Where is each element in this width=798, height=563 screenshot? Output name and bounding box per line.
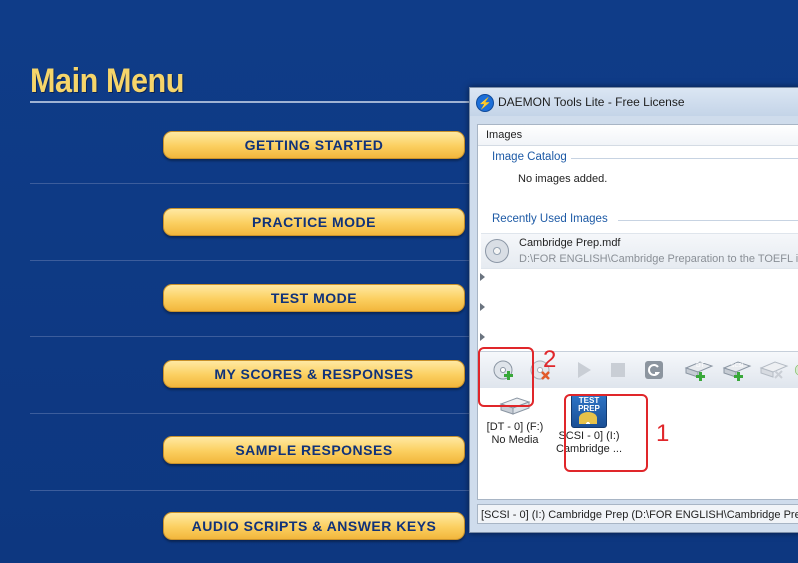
sample-responses-button[interactable]: SAMPLE RESPONSES — [163, 436, 465, 464]
add-scsi-drive-icon[interactable]: SCSI — [721, 358, 753, 382]
unmount-icon[interactable] — [605, 358, 631, 382]
expand-arrow-icon[interactable] — [480, 273, 485, 281]
menu-divider — [30, 260, 470, 261]
menu-divider — [30, 183, 470, 184]
annotation-box-1 — [564, 394, 648, 472]
my-scores-button[interactable]: MY SCORES & RESPONSES — [163, 360, 465, 388]
annotation-number-2: 2 — [543, 346, 557, 373]
image-catalog-label: Image Catalog — [492, 151, 571, 163]
recent-image-path: D:\FOR ENGLISH\Cambridge Preparation to … — [519, 253, 798, 265]
section-rule — [568, 158, 798, 159]
window-titlebar[interactable]: ⚡ DAEMON Tools Lite - Free License — [470, 88, 798, 116]
getting-started-button[interactable]: GETTING STARTED — [163, 131, 465, 159]
test-mode-button[interactable]: TEST MODE — [163, 284, 465, 312]
window-title: DAEMON Tools Lite - Free License — [498, 95, 685, 109]
recently-used-label: Recently Used Images — [492, 213, 612, 225]
practice-mode-button[interactable]: PRACTICE MODE — [163, 208, 465, 236]
annotation-number-1: 1 — [656, 420, 670, 447]
audio-scripts-button[interactable]: AUDIO SCRIPTS & ANSWER KEYS — [163, 512, 465, 540]
status-bar: [SCSI - 0] (I:) Cambridge Prep (D:\FOR E… — [477, 504, 798, 524]
section-rule — [618, 220, 798, 221]
recent-image-name: Cambridge Prep.mdf — [519, 237, 621, 249]
drive-label: [DT - 0] (F:) — [486, 421, 544, 433]
options-icon[interactable] — [794, 358, 798, 382]
daemon-tools-icon: ⚡ — [476, 94, 494, 112]
svg-text:DT: DT — [696, 362, 705, 369]
refresh-icon[interactable] — [641, 358, 667, 382]
recent-image-item[interactable]: Cambridge Prep.mdf D:\FOR ENGLISH\Cambri… — [481, 233, 798, 269]
annotation-box-2 — [478, 347, 534, 407]
add-dt-drive-icon[interactable]: DT — [683, 358, 715, 382]
disc-image-icon — [485, 239, 509, 263]
page-title: Main Menu — [30, 62, 185, 100]
menu-divider — [30, 413, 470, 414]
expand-arrow-icon[interactable] — [480, 333, 485, 341]
remove-drive-icon[interactable] — [758, 358, 790, 382]
menu-divider — [30, 490, 470, 491]
no-images-text: No images added. — [518, 173, 608, 185]
drive-status: No Media — [491, 434, 539, 446]
images-header-label: Images — [486, 129, 523, 141]
images-header: Images — [478, 125, 798, 146]
title-underline — [30, 101, 470, 103]
menu-divider — [30, 336, 470, 337]
expand-arrow-icon[interactable] — [480, 303, 485, 311]
svg-text:SCSI: SCSI — [731, 363, 744, 369]
mount-icon[interactable] — [570, 358, 596, 382]
